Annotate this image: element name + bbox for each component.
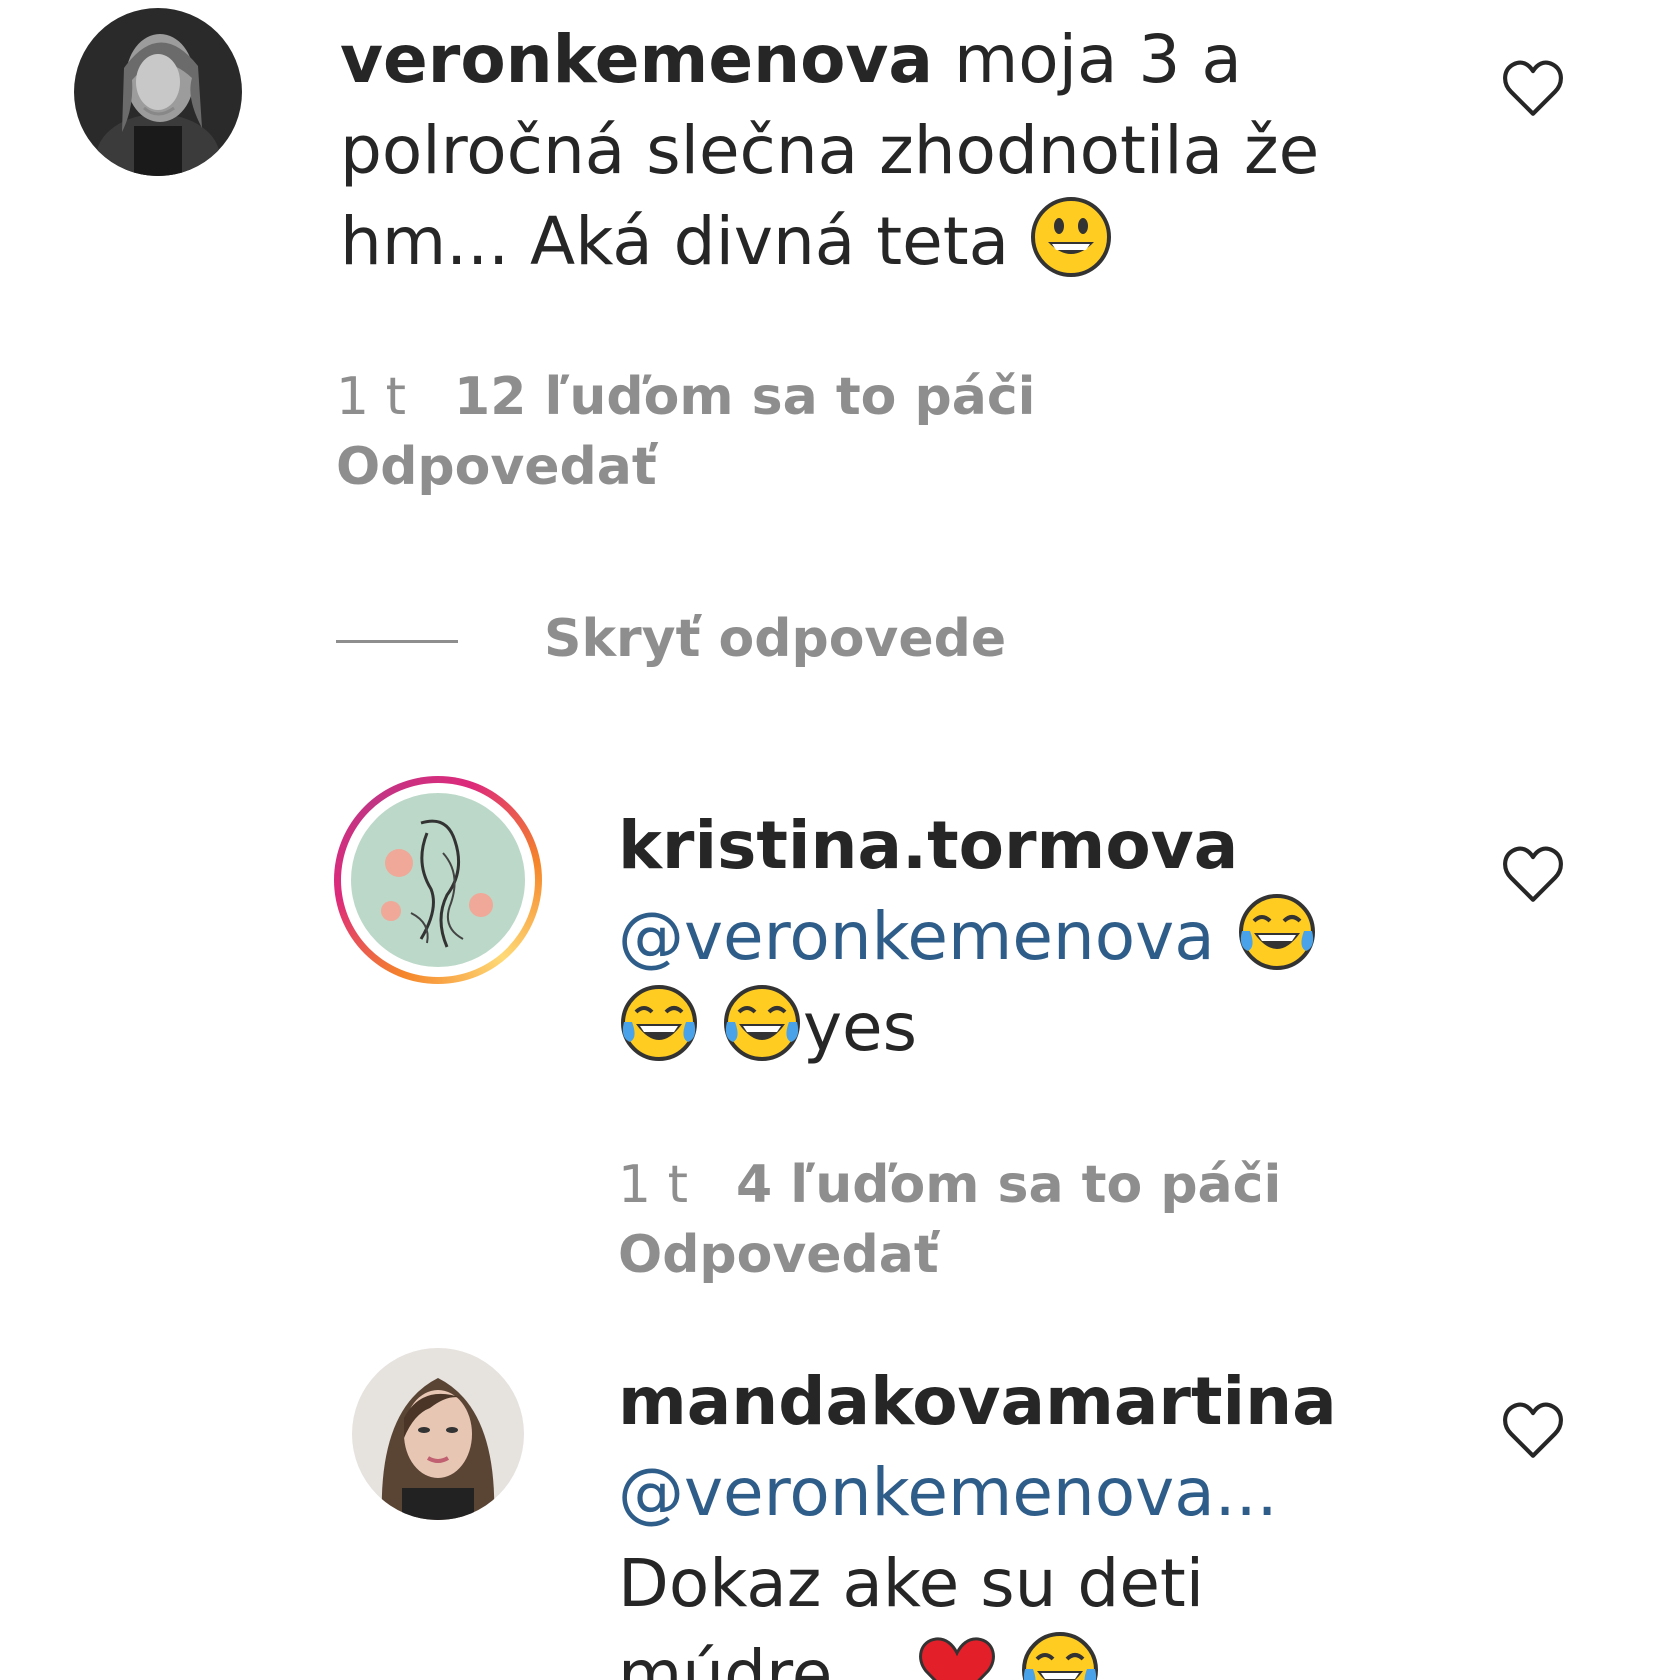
comment-meta: 1 t 12 ľuďom sa to páči [336,362,1035,432]
avatar-mandakovamartina[interactable] [352,1348,524,1520]
reply-body: kristina.tormova @veronkemenova yes [618,800,1438,1073]
reply-text-partial: múdre... [618,1636,896,1680]
hide-replies-line [336,640,458,643]
comment-text-line1: moja 3 a [932,21,1242,98]
avatar-illustration-icon [351,793,525,967]
comment-time[interactable]: 1 t [336,367,406,427]
comment-likes-count[interactable]: 12 ľuďom sa to páči [454,367,1035,427]
like-heart-icon[interactable] [1500,56,1566,122]
avatar-veronkemenova[interactable] [74,8,242,176]
avatar-kristina-tormova [351,793,525,967]
reply-username[interactable]: kristina.tormova [618,807,1238,884]
reply-button[interactable]: Odpovedať [618,1220,939,1290]
reply-text: yes [802,989,918,1066]
avatar-photo-icon [74,8,242,176]
reply-likes-count[interactable]: 4 ľuďom sa to páči [736,1155,1281,1215]
comment-username[interactable]: veronkemenova [340,21,933,98]
tears-of-joy-icon [621,985,697,1061]
red-heart-icon [919,1637,996,1680]
tears-of-joy-icon [1022,1632,1099,1680]
comment-text-line3: hm... Aká divná teta [340,203,1031,280]
tears-of-joy-icon [723,985,800,1061]
reply-time[interactable]: 1 t [618,1155,688,1215]
grinning-face-icon [1031,197,1112,277]
reply-meta: 1 t 4 ľuďom sa to páči [618,1150,1281,1220]
reply-body: mandakovamartina @veronkemenova... Dokaz… [618,1356,1438,1680]
hide-replies-button[interactable]: Skryť odpovede [544,604,1006,674]
like-heart-icon[interactable] [1500,1398,1566,1464]
reply-text-line: Dokaz ake su deti [618,1545,1205,1622]
reply-button[interactable]: Odpovedať [336,432,657,502]
reply-mention[interactable]: @veronkemenova... [618,1454,1278,1531]
tears-of-joy-icon [1238,894,1315,970]
comments-panel: veronkemenova moja 3 a polročná slečna z… [0,0,1680,1680]
comment-body: veronkemenova moja 3 a polročná slečna z… [340,14,1440,287]
like-heart-icon[interactable] [1500,842,1566,908]
avatar-photo-icon [352,1348,524,1520]
story-ring[interactable] [334,776,542,984]
comment-text-line2: polročná slečna zhodnotila že [340,112,1320,189]
reply-mention[interactable]: @veronkemenova [618,898,1215,975]
reply-username[interactable]: mandakovamartina [618,1363,1337,1440]
